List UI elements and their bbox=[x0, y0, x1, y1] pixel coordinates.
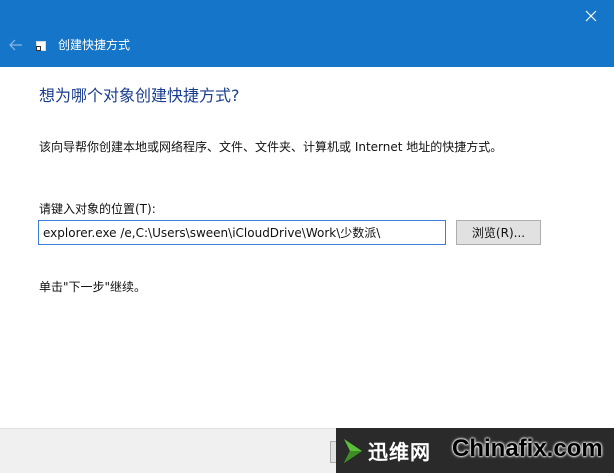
back-button[interactable] bbox=[4, 33, 28, 57]
continue-hint: 单击"下一步"继续。 bbox=[39, 280, 147, 294]
shortcut-wizard-icon bbox=[36, 41, 46, 51]
browse-button[interactable]: 浏览(R)... bbox=[456, 220, 541, 245]
create-shortcut-window: 创建快捷方式 想为哪个对象创建快捷方式? 该向导帮你创建本地或网络程序、文件、文… bbox=[0, 0, 614, 473]
location-label: 请键入对象的位置(T): bbox=[39, 202, 156, 216]
back-arrow-icon bbox=[9, 39, 22, 51]
wizard-description: 该向导帮你创建本地或网络程序、文件、文件夹、计算机或 Internet 地址的快… bbox=[39, 140, 503, 154]
window-title: 创建快捷方式 bbox=[58, 38, 131, 52]
watermark: 迅维网 Chinafix.com bbox=[336, 428, 614, 473]
close-button[interactable] bbox=[568, 0, 614, 31]
close-icon bbox=[585, 10, 597, 21]
watermark-en-text: Chinafix.com bbox=[452, 435, 603, 462]
title-bar: 创建快捷方式 bbox=[0, 0, 614, 67]
watermark-cn-text: 迅维网 bbox=[368, 440, 431, 464]
watermark-logo-icon bbox=[344, 438, 362, 463]
location-input[interactable] bbox=[38, 220, 446, 245]
page-heading: 想为哪个对象创建快捷方式? bbox=[39, 86, 240, 105]
